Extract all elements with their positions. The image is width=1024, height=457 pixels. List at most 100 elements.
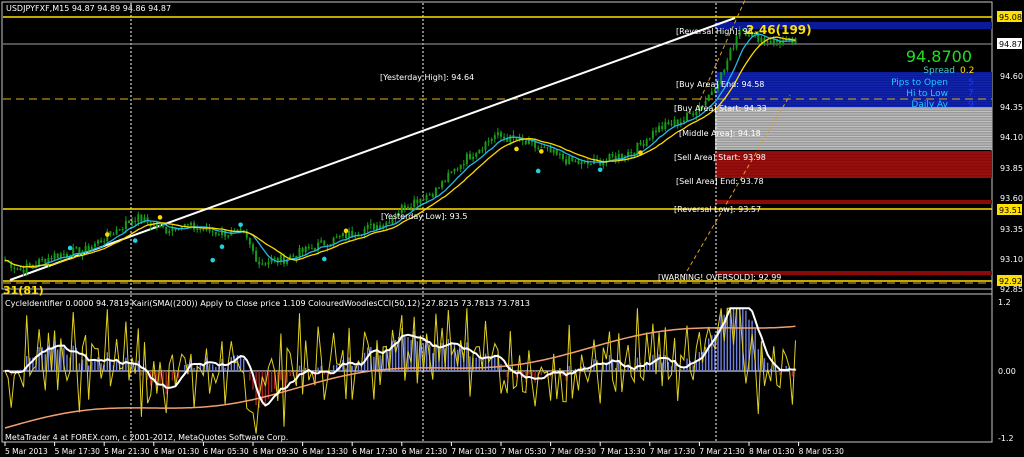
- signal-dot: [219, 244, 225, 250]
- price-bar-body: [769, 41, 772, 44]
- copyright-text: MetaTrader 4 at FOREX.com, c 2001-2012, …: [5, 433, 288, 442]
- time-tick: 7 Mar 01:30: [451, 447, 497, 456]
- price-bar-body: [41, 259, 44, 261]
- price-bar-body: [103, 241, 106, 243]
- price-bar-body: [447, 172, 450, 182]
- price-bar-body: [577, 160, 580, 165]
- signal-dot: [638, 150, 643, 155]
- price-bar-body: [239, 229, 242, 231]
- price-bar-body: [16, 268, 19, 270]
- signal-dot: [322, 256, 327, 262]
- indicator-caption: CycleIdentifier 0.0000 94.7819 Kairi(SMA…: [5, 299, 530, 308]
- time-tick: 6 Mar 05:30: [203, 447, 249, 456]
- price-bar-body: [165, 226, 168, 234]
- price-bar-body: [664, 122, 667, 130]
- price-bar-body: [44, 259, 47, 264]
- signal-dot: [539, 149, 544, 154]
- price-bar-body: [332, 237, 335, 245]
- price-bar-body: [310, 248, 313, 250]
- price-bar-body: [273, 258, 276, 260]
- daily-av-value: 9: [968, 100, 974, 110]
- range-label-bottom: 31(81): [3, 284, 44, 297]
- price-bar-body: [438, 187, 440, 189]
- price-bar-body: [248, 237, 251, 245]
- price-bar-body: [568, 156, 571, 165]
- price-tick: 93.35: [1000, 225, 1023, 234]
- price-bar-body: [403, 205, 406, 209]
- price-bar-body: [75, 247, 78, 249]
- spread-label: Spread: [923, 66, 955, 76]
- price-bar-body: [128, 220, 130, 223]
- price-bar-body: [100, 240, 103, 243]
- time-tick: 7 Mar 09:30: [551, 447, 597, 456]
- price-bar-body: [534, 142, 537, 148]
- price-bar-body: [124, 220, 127, 230]
- yesterday-high-label: [Yesterday High]: 94.64: [380, 73, 474, 82]
- price-bar-body: [481, 149, 484, 151]
- daily-av-label: Daily Av: [911, 100, 948, 110]
- price-bar-body: [242, 230, 245, 232]
- time-tick: 5 Mar 2013: [5, 447, 48, 456]
- info-price: 94.8700: [906, 47, 972, 66]
- price-bar-body: [732, 47, 735, 49]
- price-bar-body: [441, 181, 444, 188]
- price-bar-body: [589, 164, 592, 166]
- price-bar-body: [419, 198, 422, 204]
- price-bar-body: [453, 168, 456, 172]
- price-bar-body: [224, 230, 227, 237]
- price-bar-body: [62, 253, 65, 255]
- osc-tick: 1.2: [998, 298, 1011, 307]
- price-bar-body: [726, 60, 729, 70]
- price-bar-body: [425, 195, 428, 201]
- price-bar-body: [335, 236, 338, 238]
- price-bar-body: [159, 224, 161, 227]
- price-bar-body: [236, 229, 239, 231]
- price-bar-body: [707, 94, 710, 102]
- price-bar-body: [555, 149, 558, 155]
- price-bar-body: [190, 222, 192, 226]
- time-tick: 7 Mar 17:30: [650, 447, 696, 456]
- price-bar-body: [341, 232, 344, 237]
- price-bar-body: [469, 153, 471, 160]
- price-bar-body: [459, 164, 462, 170]
- price-bar-body: [658, 125, 661, 133]
- price-bar-body: [673, 119, 676, 126]
- price-tick: 93.10: [1000, 255, 1023, 264]
- price-bar-body: [490, 139, 493, 142]
- trend-line[interactable]: [9, 17, 736, 281]
- price-bar-body: [682, 120, 685, 123]
- price-bar-body: [93, 243, 96, 248]
- price-bar-body: [112, 234, 115, 236]
- price-bar-body: [558, 153, 561, 155]
- price-bar-body: [760, 37, 763, 42]
- price-bar-body: [351, 231, 354, 237]
- price-bar-body: [484, 141, 487, 150]
- price-bar-body: [388, 222, 391, 224]
- middle-area-label: [Middle Area]: 94.18: [679, 129, 761, 138]
- price-bar-body: [140, 214, 143, 223]
- price-bar-body: [255, 250, 258, 262]
- price-tick: 94.35: [1000, 103, 1023, 112]
- price-bar-body: [729, 48, 732, 61]
- mt4-chart[interactable]: USDJPYFXF,M15 94.87 94.89 94.86 94.87 Cy…: [0, 0, 1024, 457]
- price-bar-body: [199, 229, 202, 231]
- price-bar-body: [655, 130, 657, 133]
- oscillator-frame: [1, 293, 993, 443]
- price-bar-body: [735, 36, 738, 48]
- time-axis: 5 Mar 2013 5 Mar 17:30 5 Mar 21:30 6 Mar 01…: [4, 442, 844, 456]
- price-bar-body: [369, 223, 372, 225]
- price-bar-body: [779, 41, 781, 45]
- price-bar-body: [444, 181, 447, 183]
- price-tick: 93.85: [1000, 164, 1023, 173]
- price-bar-body: [434, 188, 437, 197]
- price-tick: 94.10: [1000, 133, 1023, 142]
- price-bar-body: [608, 154, 611, 161]
- time-tick: 6 Mar 01:30: [154, 447, 200, 456]
- price-bar-body: [413, 199, 416, 208]
- price-bar-body: [431, 194, 434, 197]
- price-bar-body: [19, 268, 22, 270]
- price-bar-body: [261, 263, 264, 265]
- price-bar-body: [574, 160, 577, 162]
- price-bar-body: [565, 159, 568, 165]
- pips-to-open-value: 5: [968, 78, 974, 88]
